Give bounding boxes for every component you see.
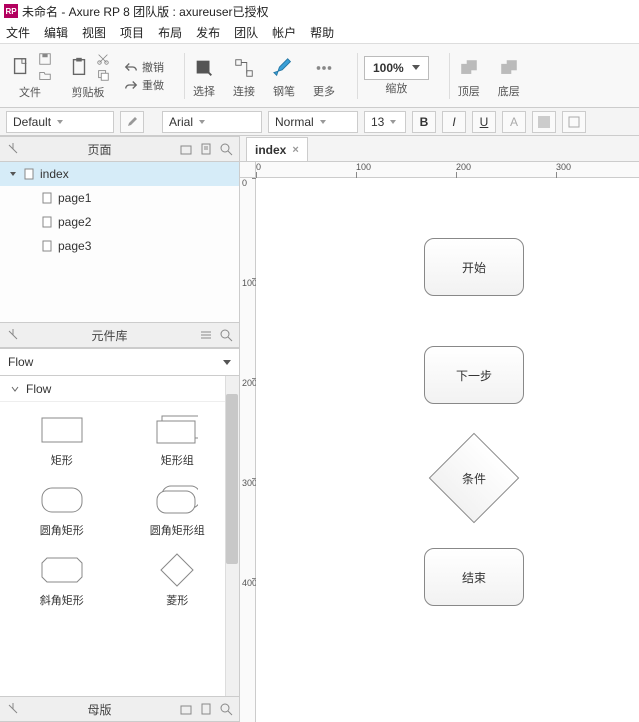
add-master-icon[interactable] [199, 702, 213, 716]
scrollbar-thumb[interactable] [226, 394, 238, 564]
search-icon[interactable] [219, 142, 233, 156]
canvas[interactable]: 开始 下一步 条件 结束 [256, 178, 639, 722]
menu-account[interactable]: 帐户 [272, 24, 296, 41]
send-back-icon[interactable] [496, 53, 522, 83]
select-tool[interactable] [191, 53, 217, 83]
lib-item-diamond[interactable]: 菱形 [122, 556, 234, 608]
lib-item-round-rect-group[interactable]: 圆角矩形组 [122, 486, 234, 538]
masters-panel-header: 母版 [0, 696, 239, 722]
menu-edit[interactable]: 编辑 [44, 24, 68, 41]
ruler-horizontal: 0 100 200 300 [256, 162, 639, 178]
search-icon[interactable] [219, 328, 233, 342]
fill-color-button[interactable] [532, 111, 556, 133]
main-toolbar: 文件 剪贴板 撤销 重做 选择 连接 钢笔 更多 100% 缩放 [0, 44, 639, 108]
zoom-combo[interactable]: 100% [364, 56, 429, 80]
underline-button[interactable]: U [472, 111, 496, 133]
style-combo[interactable]: Default [6, 111, 114, 133]
lib-item-rect[interactable]: 矩形 [6, 416, 118, 468]
close-icon[interactable]: × [292, 144, 298, 156]
title-bar: RP 未命名 - Axure RP 8 团队版 : axureuser已授权 [0, 0, 639, 22]
tree-root[interactable]: index [0, 162, 239, 186]
ruler-vertical: 0 100 200 300 400 [240, 178, 256, 722]
app-icon: RP [4, 4, 18, 18]
search-icon[interactable] [219, 702, 233, 716]
left-panel: 页面 index page1 page2 page3 [0, 136, 240, 722]
node-start[interactable]: 开始 [424, 238, 524, 296]
menu-help[interactable]: 帮助 [310, 24, 334, 41]
page-icon [40, 215, 54, 229]
bring-front-icon[interactable] [456, 53, 482, 83]
canvas-area: index × 0 100 200 300 0 100 200 300 400 … [240, 136, 639, 722]
document-tabs: index × [240, 136, 639, 162]
lib-item-bevel-rect[interactable]: 斜角矩形 [6, 556, 118, 608]
library-category[interactable]: Flow [0, 376, 239, 402]
open-icon[interactable] [38, 68, 52, 82]
pin-icon[interactable] [6, 702, 20, 716]
pin-icon[interactable] [6, 328, 20, 342]
undo-button[interactable]: 撤销 [124, 59, 164, 75]
library-body: Flow 矩形 矩形组 圆角矩形 圆角矩形组 [0, 376, 239, 696]
add-folder-icon[interactable] [179, 702, 193, 716]
pin-icon[interactable] [6, 142, 20, 156]
paste-icon[interactable] [66, 52, 92, 82]
lib-item-rect-group[interactable]: 矩形组 [122, 416, 234, 468]
clipboard-label: 剪贴板 [72, 84, 105, 100]
tree-item-page2[interactable]: page2 [0, 210, 239, 234]
node-end[interactable]: 结束 [424, 548, 524, 606]
menu-project[interactable]: 项目 [120, 24, 144, 41]
menu-bar: 文件 编辑 视图 项目 布局 发布 团队 帐户 帮助 [0, 22, 639, 44]
connect-tool[interactable] [231, 53, 257, 83]
library-panel-header: 元件库 [0, 322, 239, 348]
redo-button[interactable]: 重做 [124, 77, 164, 93]
style-edit-icon[interactable] [120, 111, 144, 133]
window-title: 未命名 - Axure RP 8 团队版 : axureuser已授权 [22, 3, 269, 20]
bold-button[interactable]: B [412, 111, 436, 133]
menu-team[interactable]: 团队 [234, 24, 258, 41]
weight-combo[interactable]: Normal [268, 111, 358, 133]
new-file-icon[interactable] [8, 52, 34, 82]
format-bar: Default Arial Normal 13 B I U A [0, 108, 639, 136]
ruler-corner [240, 162, 256, 178]
pages-panel-header: 页面 [0, 136, 239, 162]
pen-tool[interactable] [271, 53, 297, 83]
tree-item-page3[interactable]: page3 [0, 234, 239, 258]
cut-icon[interactable] [96, 52, 110, 66]
border-button[interactable] [562, 111, 586, 133]
menu-publish[interactable]: 发布 [196, 24, 220, 41]
file-label: 文件 [19, 84, 41, 100]
italic-button[interactable]: I [442, 111, 466, 133]
copy-icon[interactable] [96, 68, 110, 82]
menu-layout[interactable]: 布局 [158, 24, 182, 41]
page-tree: index page1 page2 page3 [0, 162, 239, 322]
add-folder-icon[interactable] [179, 142, 193, 156]
library-select[interactable]: Flow [0, 348, 239, 376]
menu-icon[interactable] [199, 328, 213, 342]
tree-item-page1[interactable]: page1 [0, 186, 239, 210]
page-icon [40, 191, 54, 205]
page-icon [40, 239, 54, 253]
add-page-icon[interactable] [199, 142, 213, 156]
node-next[interactable]: 下一步 [424, 346, 524, 404]
font-combo[interactable]: Arial [162, 111, 262, 133]
font-color-button[interactable]: A [502, 111, 526, 133]
menu-view[interactable]: 视图 [82, 24, 106, 41]
save-icon[interactable] [38, 52, 52, 66]
page-icon [22, 167, 36, 181]
more-tool[interactable] [311, 53, 337, 83]
menu-file[interactable]: 文件 [6, 24, 30, 41]
lib-item-round-rect[interactable]: 圆角矩形 [6, 486, 118, 538]
size-combo[interactable]: 13 [364, 111, 406, 133]
node-condition[interactable]: 条件 [434, 438, 514, 518]
tab-index[interactable]: index × [246, 137, 308, 161]
